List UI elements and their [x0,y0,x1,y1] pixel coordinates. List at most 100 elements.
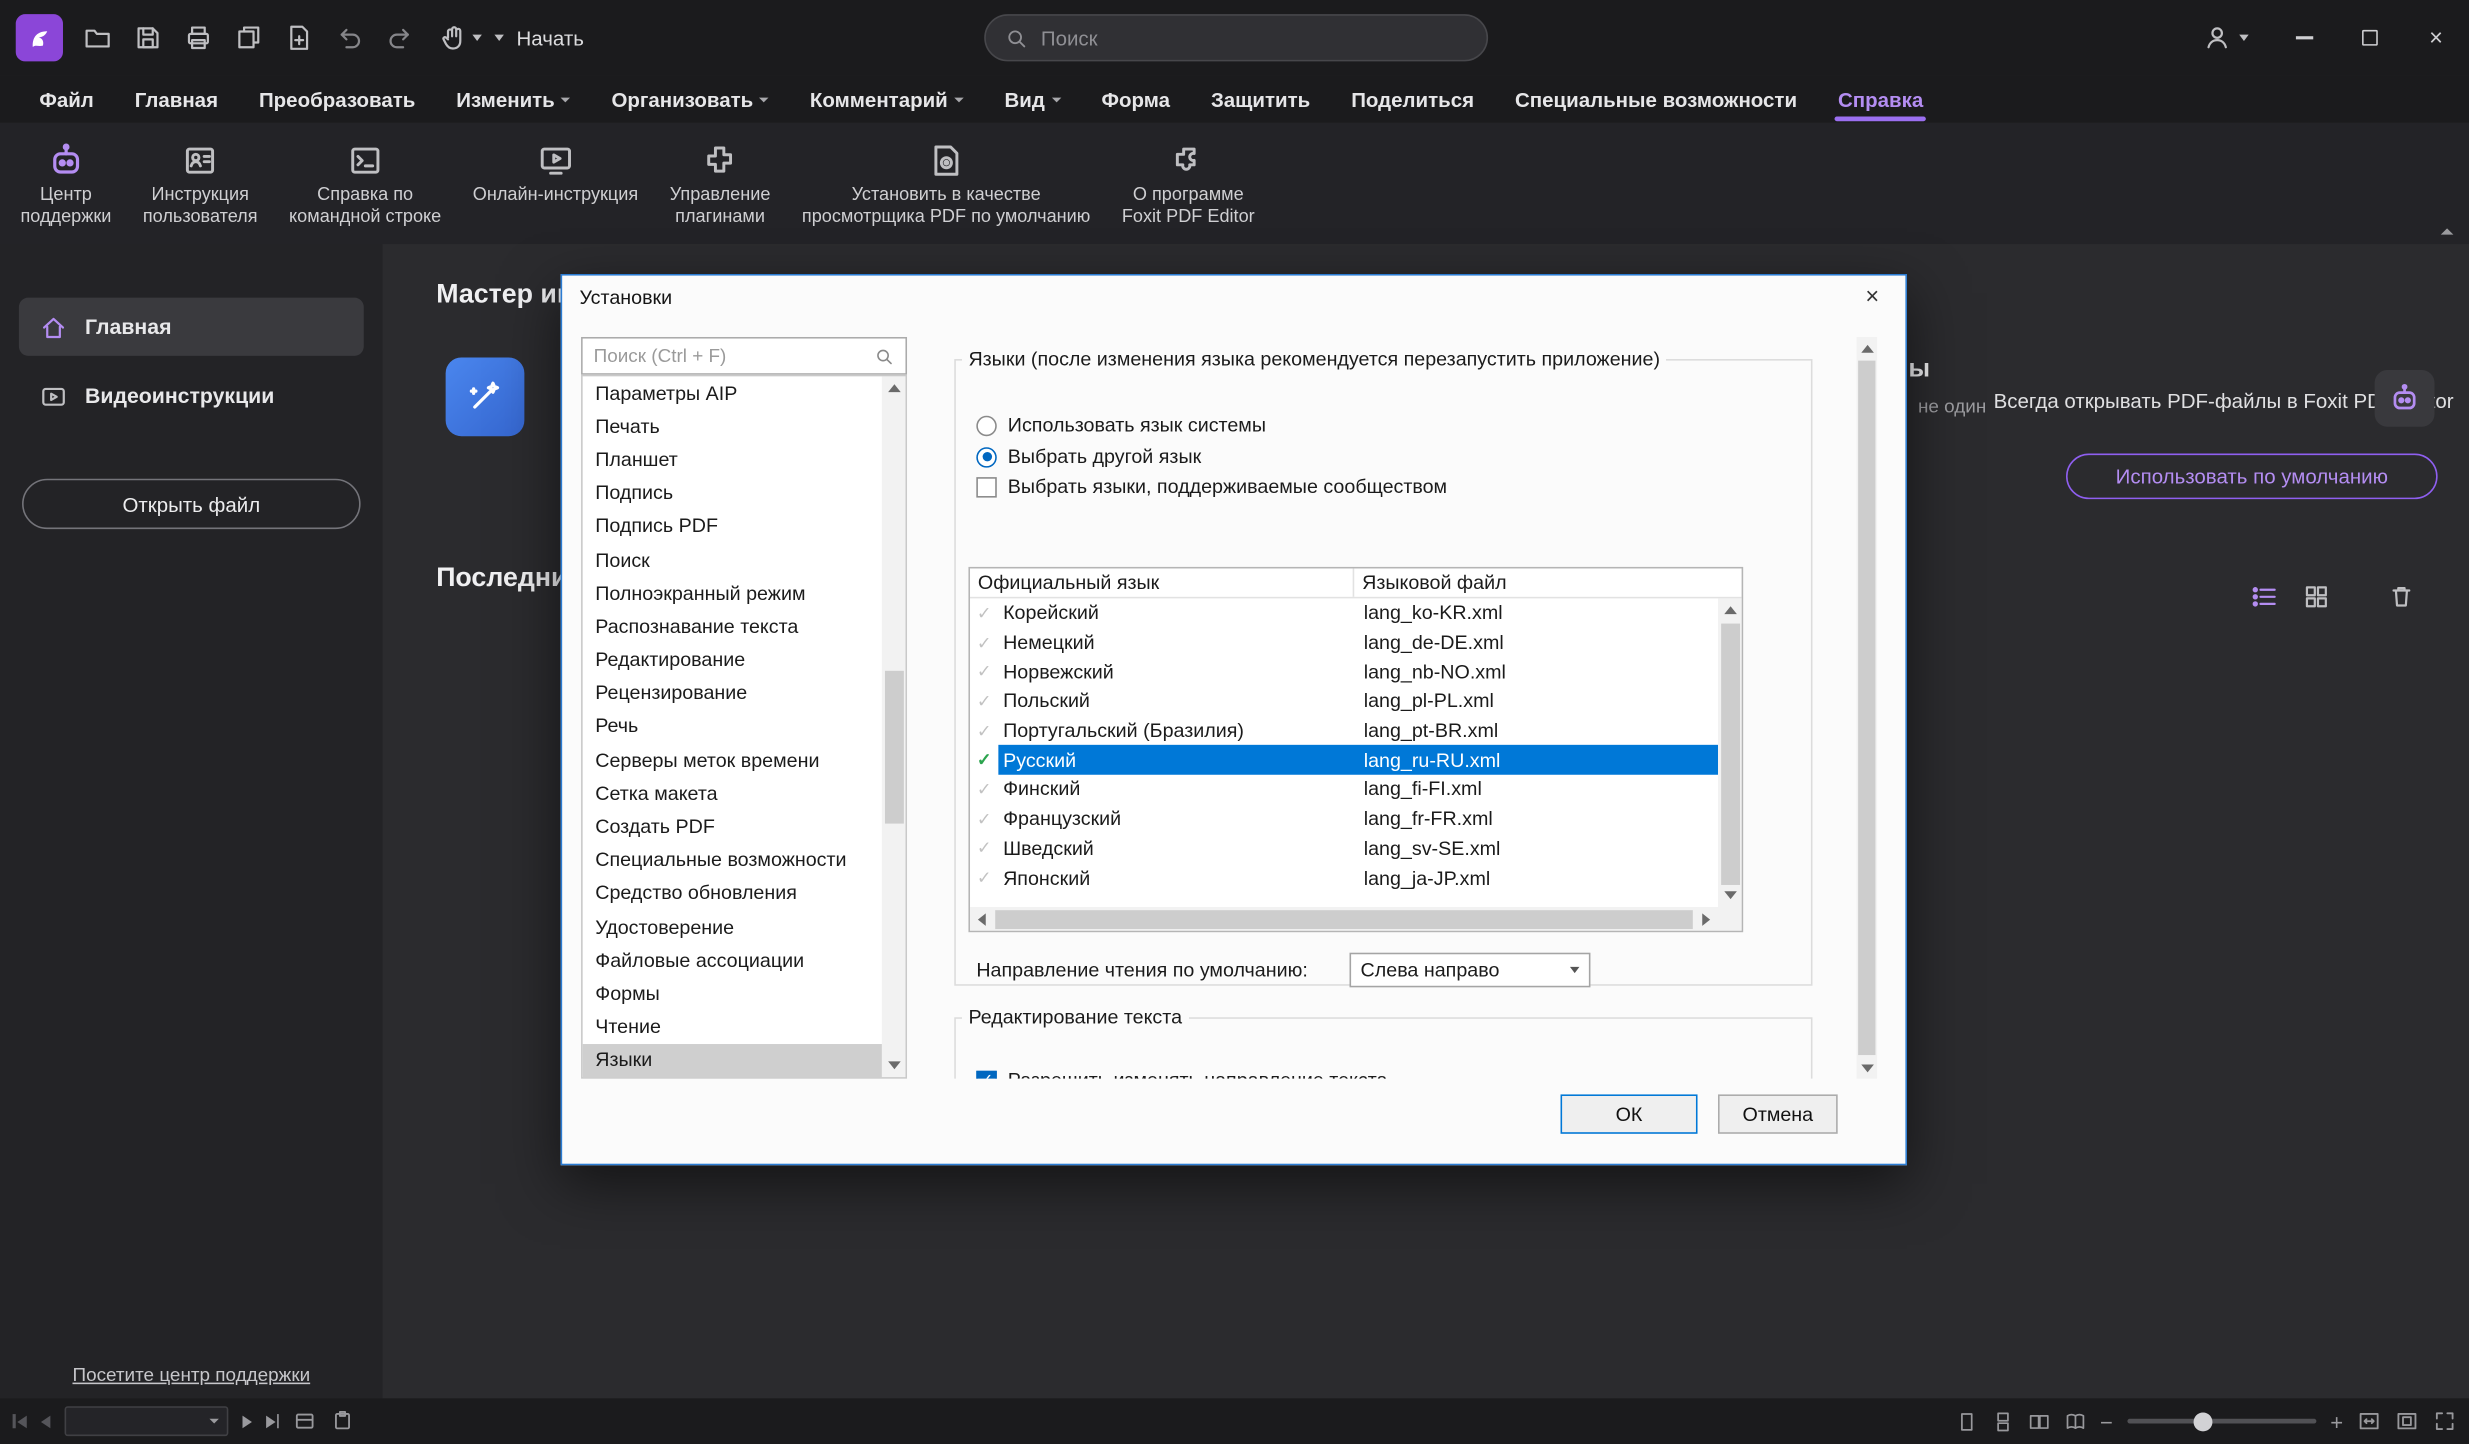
zoom-in-button[interactable]: + [2330,1410,2343,1432]
last-page-button[interactable] [265,1414,278,1428]
category-item[interactable]: Рецензирование [583,677,885,710]
menu-item[interactable]: Форма [1081,76,1190,123]
category-item[interactable]: Поиск [583,543,885,576]
scroll-up-icon[interactable] [882,376,906,400]
menu-item[interactable]: Поделиться [1331,76,1495,123]
category-item[interactable]: Печать [583,410,885,443]
category-item[interactable]: Распознавание текста [583,610,885,643]
checkbox-icon[interactable] [976,476,996,496]
two-page-icon[interactable] [2028,1410,2050,1432]
menu-item[interactable]: Справка [1818,76,1944,123]
use-system-language-radio[interactable]: Использовать язык системы [976,414,1266,436]
account-menu[interactable] [2181,0,2271,76]
support-center-link[interactable]: Посетите центр поддержки [0,1364,383,1386]
fullscreen-icon[interactable] [2433,1409,2457,1433]
zoom-slider[interactable] [2127,1419,2316,1424]
radio-icon[interactable] [976,415,996,435]
print-icon[interactable] [176,17,219,60]
category-item[interactable]: Полноэкранный режим [583,577,885,610]
column-header-file[interactable]: Языковой файл [1354,568,1741,596]
fit-width-icon[interactable] [2357,1409,2381,1433]
start-page-tab[interactable]: Начать [494,0,583,76]
cancel-button[interactable]: Отмена [1718,1094,1838,1133]
sidebar-item-video-tutorials[interactable]: Видеоинструкции [19,367,364,425]
copy-icon[interactable] [227,17,270,60]
language-row[interactable]: ✓ Норвежский lang_nb-NO.xml [970,657,1718,686]
language-row[interactable]: ✓ Русский lang_ru-RU.xml [970,746,1718,775]
menu-item[interactable]: Комментарий [789,76,984,123]
ribbon-support-center-button[interactable]: Центр поддержки [6,129,125,239]
language-row[interactable]: ✓ Польский lang_pl-PL.xml [970,687,1718,716]
category-item[interactable]: Планшет [583,443,885,476]
table-horizontal-scrollbar[interactable] [970,907,1718,931]
page-number-box[interactable] [64,1406,228,1436]
category-item[interactable]: Серверы меток времени [583,743,885,776]
scroll-down-icon[interactable] [1857,1057,1877,1079]
scrollbar-thumb[interactable] [1858,361,1875,1055]
undo-icon[interactable] [328,17,371,60]
prev-page-button[interactable] [40,1415,49,1428]
menu-item[interactable]: Главная [114,76,238,123]
category-item[interactable]: Специальные возможности [583,843,885,876]
scroll-down-icon[interactable] [1718,883,1742,907]
menu-item[interactable]: Специальные возможности [1495,76,1818,123]
use-as-default-button[interactable]: Использовать по умолчанию [2066,454,2438,500]
clear-recent-button[interactable] [2383,578,2421,616]
menu-item[interactable]: Изменить [436,76,591,123]
minimize-button[interactable] [2271,0,2337,76]
category-item[interactable]: Параметры AIP [583,376,885,409]
language-row[interactable]: ✓ Французский lang_fr-FR.xml [970,804,1718,833]
menu-item[interactable]: Организовать [591,76,789,123]
scroll-right-icon[interactable] [1694,907,1718,931]
ribbon-about-button[interactable]: О программе Foxit PDF Editor [1108,129,1269,239]
category-item[interactable]: Речь [583,710,885,743]
table-vertical-scrollbar[interactable] [1718,598,1742,907]
allow-text-direction-checkbox[interactable]: ✓ Разрешить изменять направление текста [976,1069,1387,1078]
foxit-logo[interactable] [16,14,63,61]
language-row[interactable]: ✓ Японский lang_ja-JP.xml [970,863,1718,892]
category-item[interactable]: Сетка макета [583,777,885,810]
sidebar-item-home[interactable]: Главная [19,298,364,356]
grid-view-button[interactable] [2297,578,2335,616]
continuous-scroll-icon[interactable] [1991,1410,2013,1432]
category-item[interactable]: Средство обновления [583,877,885,910]
menu-item[interactable]: Файл [19,76,114,123]
list-view-button[interactable] [2246,578,2284,616]
ribbon-online-tutorial-button[interactable]: Онлайн-инструкция [459,129,653,239]
language-row[interactable]: ✓ Финский lang_fi-FI.xml [970,775,1718,804]
save-icon[interactable] [126,17,169,60]
category-scrollbar[interactable] [882,376,906,1077]
language-row[interactable]: ✓ Немецкий lang_de-DE.xml [970,628,1718,657]
scrollbar-thumb[interactable] [884,671,903,824]
panel-scrollbar[interactable] [1857,337,1877,1079]
ribbon-user-manual-button[interactable]: Инструкция пользователя [129,129,272,239]
dialog-close-button[interactable]: × [1839,276,1905,319]
snapshot-icon[interactable] [293,1409,317,1433]
language-row[interactable]: ✓ Португальский (Бразилия) lang_pt-BR.xm… [970,716,1718,745]
scroll-down-icon[interactable] [882,1053,906,1077]
language-row[interactable]: ✓ Корейский lang_ko-KR.xml [970,598,1718,627]
single-page-icon[interactable] [1955,1410,1977,1432]
menu-item[interactable]: Преобразовать [238,76,435,123]
category-item[interactable]: Подпись PDF [583,510,885,543]
global-search-input[interactable]: Поиск [984,14,1488,61]
maximize-button[interactable] [2337,0,2403,76]
zoom-slider-thumb[interactable] [2193,1412,2212,1431]
fit-page-icon[interactable] [2395,1409,2419,1433]
scrollbar-thumb[interactable] [995,909,1693,928]
checkbox-checked-icon[interactable]: ✓ [976,1070,996,1079]
scrollbar-thumb[interactable] [1720,624,1739,885]
menu-item[interactable]: Защитить [1190,76,1330,123]
language-row[interactable]: ✓ Шведский lang_sv-SE.xml [970,834,1718,863]
ribbon-cmdline-help-button[interactable]: Справка по командной строке [275,129,456,239]
hand-tool-icon[interactable] [428,17,491,60]
ribbon-plugin-manager-button[interactable]: Управление плагинами [656,129,785,239]
menu-item[interactable]: Вид [984,76,1081,123]
scroll-left-icon[interactable] [970,907,994,931]
category-item[interactable]: Редактирование [583,643,885,676]
scroll-up-icon[interactable] [1857,337,1877,359]
choose-language-radio[interactable]: Выбрать другой язык [976,446,1201,468]
community-languages-checkbox[interactable]: Выбрать языки, поддерживаемые сообщество… [976,476,1447,498]
first-page-button[interactable] [13,1414,26,1428]
category-item[interactable]: Языки [583,1044,885,1077]
